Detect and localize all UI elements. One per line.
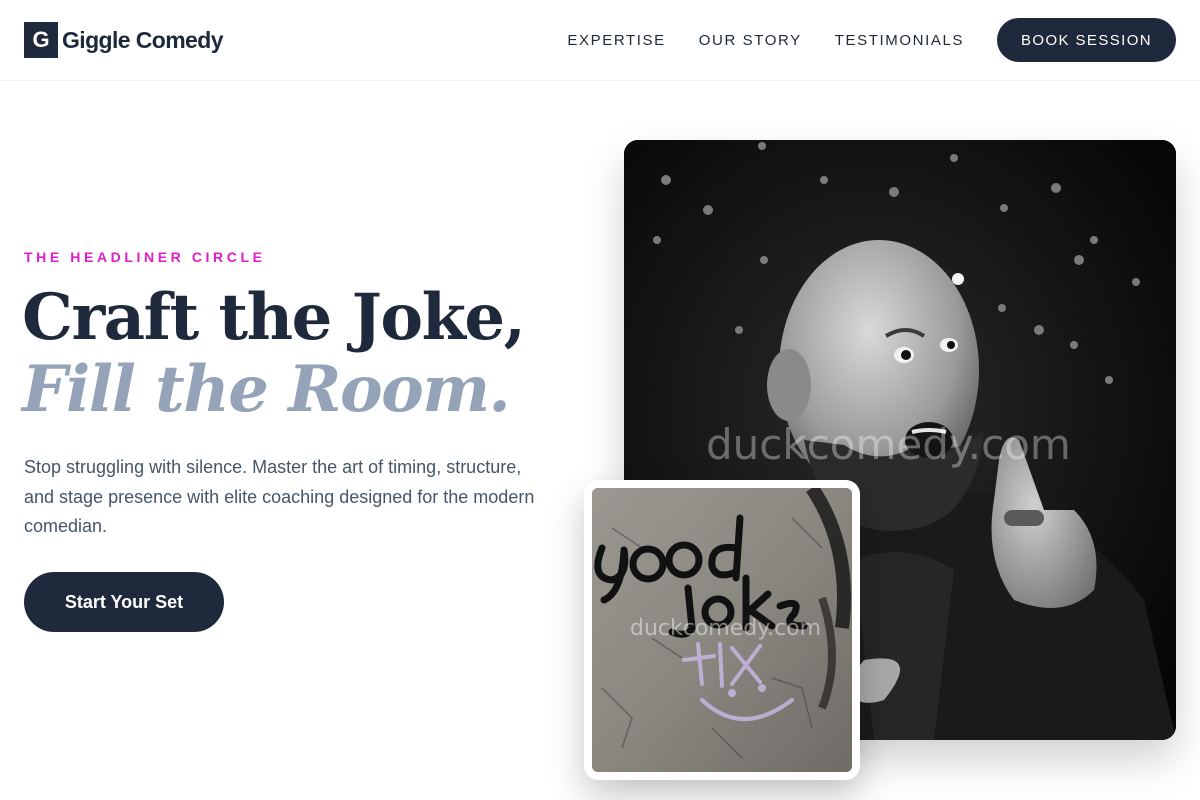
headline-line-1: Craft the Joke, — [22, 280, 526, 355]
book-session-button[interactable]: BOOK SESSION — [997, 18, 1176, 62]
brand-name: Giggle Comedy — [62, 26, 224, 53]
logo-mark: G — [24, 22, 58, 58]
site-header: G Giggle Comedy EXPERTISE OUR STORY TEST… — [0, 0, 1200, 81]
graffiti-photo: duckcomedy.com — [592, 488, 852, 772]
nav-link-testimonials[interactable]: TESTIMONIALS — [835, 32, 964, 49]
logo[interactable]: G Giggle Comedy — [24, 22, 224, 58]
main-nav: EXPERTISE OUR STORY TESTIMONIALS BOOK SE… — [567, 18, 1176, 62]
hero-headline: Craft the Joke, Fill the Room. — [22, 280, 526, 427]
graffiti-wall-illustration — [592, 488, 852, 772]
hero-eyebrow: THE HEADLINER CIRCLE — [24, 249, 266, 265]
headline-line-2: Fill the Room. — [22, 352, 511, 427]
nav-link-expertise[interactable]: EXPERTISE — [567, 32, 665, 49]
hero-subtext: Stop struggling with silence. Master the… — [24, 457, 535, 536]
nav-link-our-story[interactable]: OUR STORY — [699, 32, 802, 49]
graffiti-photo-card: duckcomedy.com — [584, 480, 860, 780]
start-your-set-button[interactable]: Start Your Set — [24, 572, 224, 632]
